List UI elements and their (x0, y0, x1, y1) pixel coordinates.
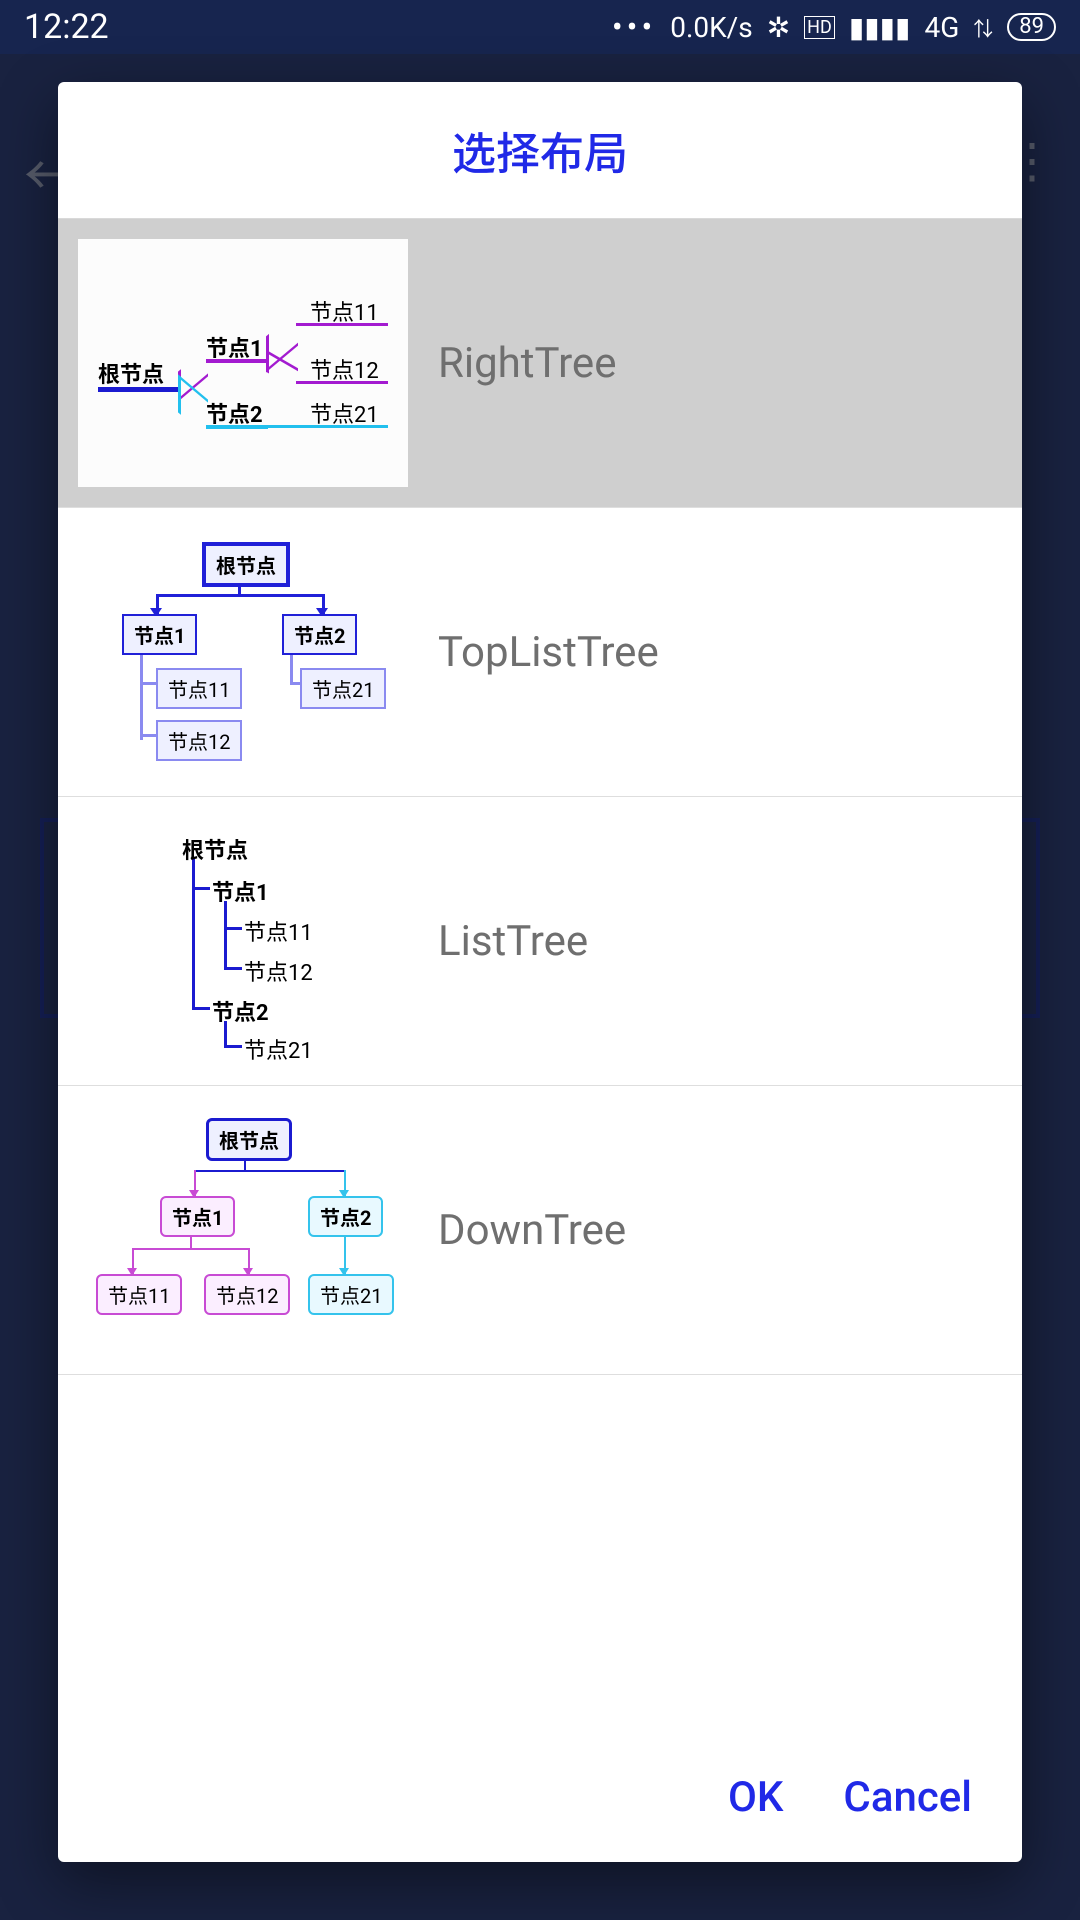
node-root: 根节点 (206, 1118, 292, 1161)
network-type: 4G (924, 11, 959, 44)
node-n1: 节点1 (160, 1196, 235, 1237)
layout-options-list: 根节点 节点1 节点2 节点11 节点12 节点21 RightTree (58, 219, 1022, 1743)
node-n21: 节点21 (300, 668, 386, 709)
layout-option-label: DownTree (438, 1206, 626, 1255)
layout-option-listtree[interactable]: 根节点 节点1 节点11 节点12 节点2 节点21 ListTree (58, 797, 1022, 1086)
layout-option-downtree[interactable]: 根节点 节点1 节点2 节点11 节点12 节点21 DownTree (58, 1086, 1022, 1375)
node-root: 根节点 (202, 542, 290, 587)
righttree-thumbnail: 根节点 节点1 节点2 节点11 节点12 节点21 (78, 239, 408, 487)
downtree-thumbnail: 根节点 节点1 节点2 节点11 节点12 节点21 (78, 1106, 408, 1354)
node-root: 根节点 (182, 833, 248, 865)
layout-option-toplisttree[interactable]: 根节点 节点1 节点2 节点11 节点12 节点21 TopListTree (58, 508, 1022, 797)
node-n21: 节点21 (244, 1033, 313, 1065)
up-down-icon: ⇅ (973, 13, 993, 42)
network-speed: 0.0K/s (670, 11, 752, 44)
layout-picker-dialog: 选择布局 根节点 节点1 节点2 节点11 节点12 节点21 RightTre… (58, 82, 1022, 1862)
battery-badge: 89 (1007, 13, 1056, 41)
bluetooth-icon: ✲ (767, 11, 790, 44)
listtree-thumbnail: 根节点 节点1 节点11 节点12 节点2 节点21 (78, 817, 408, 1065)
node-n2: 节点2 (308, 1196, 383, 1237)
node-n2: 节点2 (212, 995, 269, 1027)
cancel-button[interactable]: Cancel (843, 1773, 972, 1822)
node-n12: 节点12 (204, 1274, 290, 1315)
signal-icon: ▮▮▮▮ (849, 11, 911, 44)
hd-icon: HD (804, 16, 835, 39)
node-n11: 节点11 (96, 1274, 182, 1315)
node-n2: 节点2 (282, 614, 357, 655)
toplisttree-thumbnail: 根节点 节点1 节点2 节点11 节点12 节点21 (78, 528, 408, 776)
layout-option-label: TopListTree (438, 628, 659, 677)
node-n11: 节点11 (244, 915, 313, 947)
status-bar: 12:22 ••• 0.0K/s ✲ HD ▮▮▮▮ 4G ⇅ 89 (0, 0, 1080, 54)
node-n11: 节点11 (156, 668, 242, 709)
node-n12: 节点12 (156, 720, 242, 761)
layout-option-righttree[interactable]: 根节点 节点1 节点2 节点11 节点12 节点21 RightTree (58, 219, 1022, 508)
node-n21: 节点21 (308, 1274, 394, 1315)
node-n12: 节点12 (244, 955, 313, 987)
dialog-actions: OK Cancel (58, 1743, 1022, 1862)
node-root: 根节点 (98, 357, 164, 389)
status-time: 12:22 (24, 7, 109, 47)
layout-option-label: RightTree (438, 339, 616, 388)
more-dots-icon: ••• (612, 8, 656, 46)
layout-option-label: ListTree (438, 917, 588, 966)
ok-button[interactable]: OK (728, 1773, 783, 1822)
node-n1: 节点1 (122, 614, 197, 655)
dialog-title: 选择布局 (58, 82, 1022, 219)
status-right: ••• 0.0K/s ✲ HD ▮▮▮▮ 4G ⇅ 89 (612, 8, 1056, 46)
node-n1: 节点1 (212, 875, 269, 907)
